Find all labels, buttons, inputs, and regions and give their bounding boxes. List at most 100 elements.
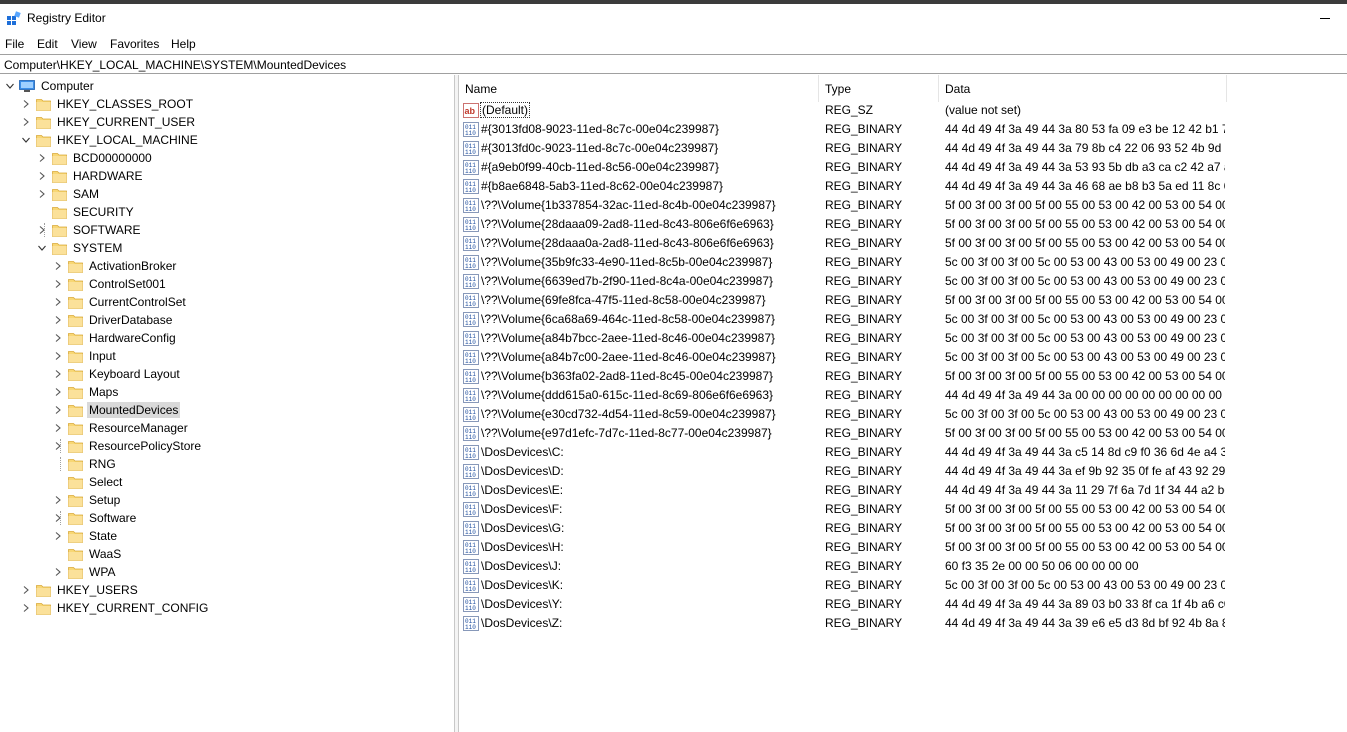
value-row[interactable]: 011 110 \??\Volume{28daaa09-2ad8-11ed-8c43…: [459, 215, 1347, 234]
tree-node-hkey-local-machine[interactable]: HKEY_LOCAL_MACHINE: [20, 131, 200, 149]
value-row[interactable]: 011 110 \??\Volume{6639ed7b-2f90-11ed-8c4a…: [459, 272, 1347, 291]
tree-node-resourcepolicystore[interactable]: ResourcePolicyStore: [52, 437, 203, 455]
expand-chevron-icon[interactable]: [52, 293, 64, 311]
value-row[interactable]: 011 110 #{b8ae6848-5ab3-11ed-8c62-00e04c23…: [459, 177, 1347, 196]
tree-node-system[interactable]: SYSTEM: [36, 239, 124, 257]
expand-chevron-icon[interactable]: [20, 113, 32, 131]
tree-node-hkey-current-config[interactable]: HKEY_CURRENT_CONFIG: [20, 599, 210, 617]
value-row[interactable]: 011 110 \??\Volume{a84b7c00-2aee-11ed-8c46…: [459, 348, 1347, 367]
tree-node-hardware[interactable]: HARDWARE: [36, 167, 145, 185]
expand-chevron-icon[interactable]: [36, 185, 48, 203]
collapse-chevron-icon[interactable]: [4, 77, 16, 95]
tree-node-rng[interactable]: RNG: [52, 455, 118, 473]
column-header-type[interactable]: Type: [819, 75, 938, 102]
expand-chevron-icon[interactable]: [52, 419, 64, 437]
tree-node-activationbroker[interactable]: ActivationBroker: [52, 257, 178, 275]
value-row[interactable]: 011 110 \??\Volume{ddd615a0-615c-11ed-8c69…: [459, 386, 1347, 405]
expand-chevron-icon[interactable]: [36, 149, 48, 167]
tree-node-maps[interactable]: Maps: [52, 383, 120, 401]
tree-node-security[interactable]: SECURITY: [36, 203, 136, 221]
tree-node-bcd00000000[interactable]: BCD00000000: [36, 149, 154, 167]
value-row[interactable]: 011 110 \??\Volume{b363fa02-2ad8-11ed-8c45…: [459, 367, 1347, 386]
value-row[interactable]: ab (Default) REG_SZ (value not set): [459, 101, 1347, 120]
tree-node-hkey-users[interactable]: HKEY_USERS: [20, 581, 140, 599]
tree-node-hkey-current-user[interactable]: HKEY_CURRENT_USER: [20, 113, 197, 131]
value-row[interactable]: 011 110 \??\Volume{e30cd732-4d54-11ed-8c59…: [459, 405, 1347, 424]
expand-chevron-icon[interactable]: [52, 509, 64, 527]
value-row[interactable]: 011 110 #{3013fd0c-9023-11ed-8c7c-00e04c23…: [459, 139, 1347, 158]
menu-help[interactable]: Help: [171, 37, 196, 51]
tree-node-setup[interactable]: Setup: [52, 491, 122, 509]
expand-chevron-icon[interactable]: [52, 401, 64, 419]
tree-node-software[interactable]: SOFTWARE: [36, 221, 143, 239]
expand-chevron-icon[interactable]: [20, 581, 32, 599]
menu-file[interactable]: File: [5, 37, 24, 51]
collapse-chevron-icon[interactable]: [36, 239, 48, 257]
value-row[interactable]: 011 110 \DosDevices\D: REG_BINARY 44 4d 49 4…: [459, 462, 1347, 481]
tree-node-hkey-classes-root[interactable]: HKEY_CLASSES_ROOT: [20, 95, 195, 113]
menu-view[interactable]: View: [71, 37, 97, 51]
folder-icon: [67, 437, 83, 455]
expand-chevron-icon[interactable]: [52, 275, 64, 293]
tree-node-sam[interactable]: SAM: [36, 185, 101, 203]
value-row[interactable]: 011 110 \DosDevices\C: REG_BINARY 44 4d 49 4…: [459, 443, 1347, 462]
value-row[interactable]: 011 110 \??\Volume{69fe8fca-47f5-11ed-8c58…: [459, 291, 1347, 310]
tree-node-input[interactable]: Input: [52, 347, 118, 365]
tree-node-computer[interactable]: Computer: [4, 77, 96, 95]
value-row[interactable]: 011 110 \DosDevices\E: REG_BINARY 44 4d 49 4…: [459, 481, 1347, 500]
expand-chevron-icon[interactable]: [52, 491, 64, 509]
expand-chevron-icon[interactable]: [52, 365, 64, 383]
expand-chevron-icon[interactable]: [52, 563, 64, 581]
column-divider[interactable]: [1226, 75, 1227, 102]
expand-chevron-icon[interactable]: [52, 257, 64, 275]
column-header-name[interactable]: Name: [459, 75, 818, 102]
value-row[interactable]: 011 110 #{3013fd08-9023-11ed-8c7c-00e04c23…: [459, 120, 1347, 139]
value-row[interactable]: 011 110 \??\Volume{1b337854-32ac-11ed-8c4b…: [459, 196, 1347, 215]
expand-chevron-icon[interactable]: [36, 167, 48, 185]
expand-chevron-icon[interactable]: [36, 221, 48, 239]
value-row[interactable]: 011 110 \DosDevices\H: REG_BINARY 5f 00 3f 0…: [459, 538, 1347, 557]
tree-node-waas[interactable]: WaaS: [52, 545, 123, 563]
tree-node-keyboard-layout[interactable]: Keyboard Layout: [52, 365, 182, 383]
value-row[interactable]: 011 110 \??\Volume{28daaa0a-2ad8-11ed-8c43…: [459, 234, 1347, 253]
expand-chevron-icon[interactable]: [52, 383, 64, 401]
expand-chevron-icon[interactable]: [52, 329, 64, 347]
value-row[interactable]: 011 110 \??\Volume{a84b7bcc-2aee-11ed-8c46…: [459, 329, 1347, 348]
value-row[interactable]: 011 110 \DosDevices\Y: REG_BINARY 44 4d 49 4…: [459, 595, 1347, 614]
value-list[interactable]: Name Type Data ab (Default) REG_SZ (value n…: [459, 75, 1347, 732]
key-tree[interactable]: Computer HKEY_CLASSES_ROOT HKEY_CURRENT_US…: [0, 75, 454, 732]
tree-node-controlset001[interactable]: ControlSet001: [52, 275, 168, 293]
address-path[interactable]: Computer\HKEY_LOCAL_MACHINE\SYSTEM\Mount…: [4, 58, 346, 72]
expand-chevron-icon[interactable]: [20, 599, 32, 617]
collapse-chevron-icon[interactable]: [20, 131, 32, 149]
menu-edit[interactable]: Edit: [37, 37, 58, 51]
expand-chevron-icon[interactable]: [52, 311, 64, 329]
expand-chevron-icon[interactable]: [52, 347, 64, 365]
value-row[interactable]: 011 110 \DosDevices\K: REG_BINARY 5c 00 3f 0…: [459, 576, 1347, 595]
value-row[interactable]: 011 110 \??\Volume{35b9fc33-4e90-11ed-8c5b…: [459, 253, 1347, 272]
address-bar[interactable]: Computer\HKEY_LOCAL_MACHINE\SYSTEM\Mount…: [0, 54, 1347, 74]
tree-node-state[interactable]: State: [52, 527, 119, 545]
expand-chevron-icon[interactable]: [20, 95, 32, 113]
value-row[interactable]: 011 110 #{a9eb0f99-40cb-11ed-8c56-00e04c23…: [459, 158, 1347, 177]
tree-node-software[interactable]: Software: [52, 509, 138, 527]
tree-node-wpa[interactable]: WPA: [52, 563, 117, 581]
expand-chevron-icon[interactable]: [52, 527, 64, 545]
value-row[interactable]: 011 110 \??\Volume{e97d1efc-7d7c-11ed-8c77…: [459, 424, 1347, 443]
tree-node-hardwareconfig[interactable]: HardwareConfig: [52, 329, 178, 347]
tree-node-mounteddevices[interactable]: MountedDevices: [52, 401, 181, 419]
expand-chevron-icon[interactable]: [52, 437, 64, 455]
minimize-button[interactable]: [1316, 10, 1336, 26]
column-header-data[interactable]: Data: [939, 75, 1226, 102]
menu-favorites[interactable]: Favorites: [110, 37, 159, 51]
tree-node-currentcontrolset[interactable]: CurrentControlSet: [52, 293, 188, 311]
tree-node-driverdatabase[interactable]: DriverDatabase: [52, 311, 174, 329]
tree-node-select[interactable]: Select: [52, 473, 124, 491]
value-row[interactable]: 011 110 \??\Volume{6ca68a69-464c-11ed-8c58…: [459, 310, 1347, 329]
value-row[interactable]: 011 110 \DosDevices\J: REG_BINARY 60 f3 35 2…: [459, 557, 1347, 576]
value-row[interactable]: 011 110 \DosDevices\F: REG_BINARY 5f 00 3f 0…: [459, 500, 1347, 519]
tree-node-resourcemanager[interactable]: ResourceManager: [52, 419, 190, 437]
svg-text:110: 110: [465, 548, 476, 555]
value-row[interactable]: 011 110 \DosDevices\G: REG_BINARY 5f 00 3f 0…: [459, 519, 1347, 538]
value-row[interactable]: 011 110 \DosDevices\Z: REG_BINARY 44 4d 49 4…: [459, 614, 1347, 633]
